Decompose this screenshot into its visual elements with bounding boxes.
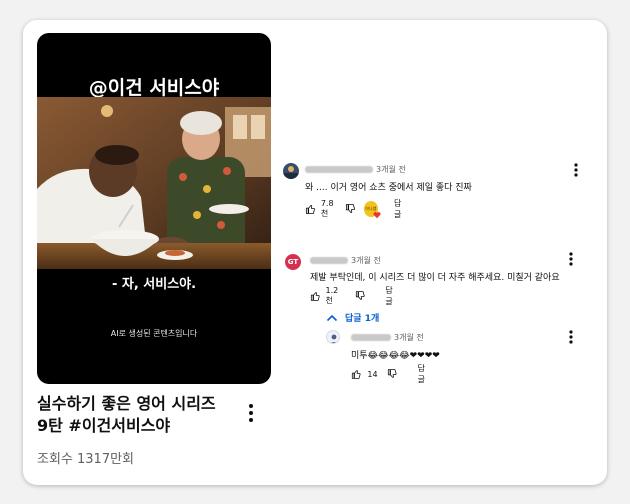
short-subtitle: - 자, 서비스야. — [111, 277, 197, 292]
reply-text: 미투😂😂😂😂❤❤❤❤ — [351, 351, 440, 361]
like-count: 1.2천 — [325, 286, 339, 305]
reply-button[interactable]: 답글 — [394, 198, 407, 220]
content-card: @이건 서비스야 - 자, 서비스야. AI로 생성된 콘텐츠입니다 실수하기 … — [23, 20, 607, 485]
like-count: 7.8천 — [320, 199, 334, 218]
more-options-icon[interactable] — [245, 402, 257, 424]
creator-heart-avatar: 야나쌤 — [363, 201, 381, 219]
video-title-line1: 실수하기 좋은 영어 시리즈 — [37, 394, 216, 413]
comment-author-handle[interactable]: 3개월 전 — [351, 332, 424, 343]
avatar-initials: GT — [287, 258, 299, 266]
replies-toggle-label: 답글 1개 — [345, 314, 380, 324]
chevron-up-icon — [326, 314, 338, 321]
heart-icon — [373, 212, 381, 219]
like-count: 14 — [367, 369, 378, 379]
replies-toggle[interactable]: 답글 1개 — [326, 311, 379, 324]
video-title-line2: 9탄 #이건서비스야 — [37, 416, 171, 435]
reply-button[interactable]: 답글 — [385, 285, 398, 307]
like-icon[interactable] — [305, 203, 316, 215]
shorts-thumbnail[interactable]: @이건 서비스야 - 자, 서비스야. AI로 생성된 콘텐츠입니다 — [37, 33, 271, 384]
comment-more-icon[interactable] — [566, 329, 576, 345]
comment-actions: 1.2천 답글 — [310, 285, 398, 307]
dislike-icon[interactable] — [355, 290, 366, 302]
short-scene-image — [37, 97, 271, 269]
comment-time: 3개월 전 — [351, 256, 381, 265]
avatar[interactable]: GT — [285, 254, 301, 270]
comment-author-handle[interactable]: 3개월 전 — [310, 255, 381, 266]
ai-content-notice: AI로 생성된 콘텐츠입니다 — [110, 329, 198, 338]
short-overlay-title: @이건 서비스야 — [88, 77, 220, 99]
comment-more-icon[interactable] — [571, 162, 581, 178]
comment-text: 와 .... 이거 영어 쇼츠 중에서 제일 좋다 진짜 — [305, 183, 472, 193]
comment-more-icon[interactable] — [566, 251, 576, 267]
avatar[interactable] — [326, 330, 340, 344]
comment-time: 3개월 전 — [394, 333, 424, 342]
dislike-icon[interactable] — [387, 368, 397, 380]
view-count: 조회수 1317만회 — [37, 452, 135, 467]
comment-actions: 7.8천 야나쌤 답글 — [305, 198, 407, 220]
avatar[interactable] — [283, 163, 299, 179]
video-title[interactable]: 실수하기 좋은 영어 시리즈 9탄 #이건서비스야 — [37, 393, 237, 437]
comment-time: 3개월 전 — [376, 165, 406, 174]
reply-actions: 14 답글 — [351, 363, 431, 385]
reply-button[interactable]: 답글 — [418, 363, 431, 385]
like-icon[interactable] — [351, 368, 361, 380]
blurred-username — [351, 334, 391, 341]
blurred-username — [310, 257, 348, 264]
dislike-icon[interactable] — [345, 203, 356, 215]
like-icon[interactable] — [310, 290, 321, 302]
comment-text: 제발 부탁인데, 이 시리즈 더 많이 더 자주 해주세요. 미칠거 같아요 — [310, 273, 560, 283]
comment-author-handle[interactable]: 3개월 전 — [305, 164, 406, 175]
blurred-username — [305, 166, 373, 173]
